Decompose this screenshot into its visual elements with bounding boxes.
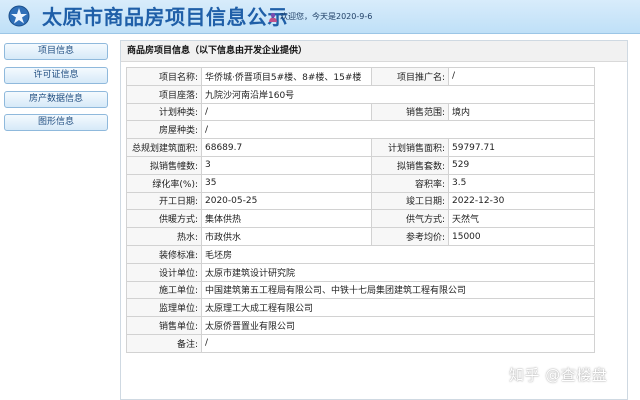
field-label: 项目座落: <box>126 84 202 104</box>
field-value: / <box>201 120 595 140</box>
sidebar-item-property-data[interactable]: 房产数据信息 <box>4 91 108 108</box>
project-info-table: 项目名称: 华侨城·侨晋项目5#楼、8#楼、15#楼 项目推广名: / 项目座落: 九院沙… <box>126 67 595 353</box>
field-value: 毛坯房 <box>201 244 595 264</box>
field-label: 备注: <box>126 333 202 353</box>
field-label: 总规划建筑面积: <box>126 138 202 157</box>
field-label: 项目推广名: <box>371 67 449 86</box>
field-label: 施工单位: <box>126 280 202 300</box>
field-value: 15000 <box>448 227 595 246</box>
field-label: 供暖方式: <box>126 209 202 229</box>
field-value: / <box>201 102 372 122</box>
site-title: 太原市商品房项目信息公示 <box>42 5 288 29</box>
field-value: 市政供水 <box>201 227 372 246</box>
panel-title: 商品房项目信息（以下信息由开发企业提供） <box>121 41 627 62</box>
field-label: 拟销售幢数: <box>126 155 202 175</box>
table-row: 总规划建筑面积: 68689.7 计划销售面积: 59797.71 <box>126 138 595 157</box>
project-info-panel: 商品房项目信息（以下信息由开发企业提供） 项目名称: 华侨城·侨晋项目5#楼、8#… <box>120 40 628 400</box>
field-value: 59797.71 <box>448 138 595 157</box>
field-value: 68689.7 <box>201 138 372 157</box>
field-label: 房屋种类: <box>126 120 202 140</box>
field-value: 境内 <box>448 102 595 122</box>
field-value: 太原侨晋置业有限公司 <box>201 316 595 335</box>
table-row: 开工日期: 2020-05-25 竣工日期: 2022-12-30 <box>126 191 595 211</box>
site-header: 太原市商品房项目信息公示 欢迎您，今天是2020-9-6 <box>0 0 640 34</box>
field-value: 九院沙河南沿岸160号 <box>201 84 595 104</box>
table-row: 装修标准: 毛坯房 <box>126 244 595 264</box>
table-row: 项目名称: 华侨城·侨晋项目5#楼、8#楼、15#楼 项目推广名: / <box>126 67 595 86</box>
field-value: / <box>448 67 595 86</box>
field-value: 中国建筑第五工程局有限公司、中铁十七局集团建筑工程有限公司 <box>201 280 595 300</box>
table-row: 施工单位: 中国建筑第五工程局有限公司、中铁十七局集团建筑工程有限公司 <box>126 280 595 300</box>
field-value: 2022-12-30 <box>448 191 595 211</box>
table-row: 计划种类: / 销售范围: 境内 <box>126 102 595 122</box>
field-value: 35 <box>201 173 372 193</box>
project-info-table-body: 项目名称: 华侨城·侨晋项目5#楼、8#楼、15#楼 项目推广名: / 项目座落: 九院沙… <box>126 67 595 353</box>
user-icon <box>269 12 277 22</box>
field-value: 3.5 <box>448 173 595 193</box>
field-value: 太原市建筑设计研究院 <box>201 262 595 282</box>
welcome-message: 欢迎您，今天是2020-9-6 <box>268 11 372 22</box>
watermark: 知乎 @查楼盘 <box>509 366 608 384</box>
sidebar-item-license-info[interactable]: 许可证信息 <box>4 67 108 84</box>
field-value: 太原理工大成工程有限公司 <box>201 298 595 318</box>
field-label: 参考均价: <box>371 227 449 246</box>
welcome-text: 欢迎您，今天是2020-9-6 <box>280 12 373 21</box>
field-label: 计划销售面积: <box>371 138 449 157</box>
field-label: 销售范围: <box>371 102 449 122</box>
field-label: 容积率: <box>371 173 449 193</box>
field-label: 计划种类: <box>126 102 202 122</box>
table-row: 绿化率(%): 35 容积率: 3.5 <box>126 173 595 193</box>
table-row: 销售单位: 太原侨晋置业有限公司 <box>126 316 595 335</box>
field-label: 监理单位: <box>126 298 202 318</box>
field-value: 2020-05-25 <box>201 191 372 211</box>
table-row: 设计单位: 太原市建筑设计研究院 <box>126 262 595 282</box>
field-label: 绿化率(%): <box>126 173 202 193</box>
sidebar-item-graphics-info[interactable]: 图形信息 <box>4 114 108 131</box>
table-row: 备注: / <box>126 333 595 353</box>
field-label: 项目名称: <box>126 67 202 86</box>
sidebar-item-project-info[interactable]: 项目信息 <box>4 43 108 60</box>
field-label: 销售单位: <box>126 316 202 335</box>
field-label: 供气方式: <box>371 209 449 229</box>
field-value: 天然气 <box>448 209 595 229</box>
field-label: 拟销售套数: <box>371 155 449 175</box>
table-row: 房屋种类: / <box>126 120 595 140</box>
field-value: / <box>201 333 595 353</box>
table-row: 监理单位: 太原理工大成工程有限公司 <box>126 298 595 318</box>
field-label: 开工日期: <box>126 191 202 211</box>
field-value: 529 <box>448 155 595 175</box>
table-row: 热水: 市政供水 参考均价: 15000 <box>126 227 595 246</box>
field-label: 装修标准: <box>126 244 202 264</box>
table-row: 项目座落: 九院沙河南沿岸160号 <box>126 84 595 104</box>
field-value: 集体供热 <box>201 209 372 229</box>
field-value: 华侨城·侨晋项目5#楼、8#楼、15#楼 <box>201 67 372 86</box>
table-row: 供暖方式: 集体供热 供气方式: 天然气 <box>126 209 595 229</box>
field-label: 设计单位: <box>126 262 202 282</box>
field-label: 竣工日期: <box>371 191 449 211</box>
city-emblem-icon <box>8 5 30 27</box>
field-label: 热水: <box>126 227 202 246</box>
table-row: 拟销售幢数: 3 拟销售套数: 529 <box>126 155 595 175</box>
sidebar: 项目信息 许可证信息 房产数据信息 图形信息 <box>0 34 114 400</box>
field-value: 3 <box>201 155 372 175</box>
